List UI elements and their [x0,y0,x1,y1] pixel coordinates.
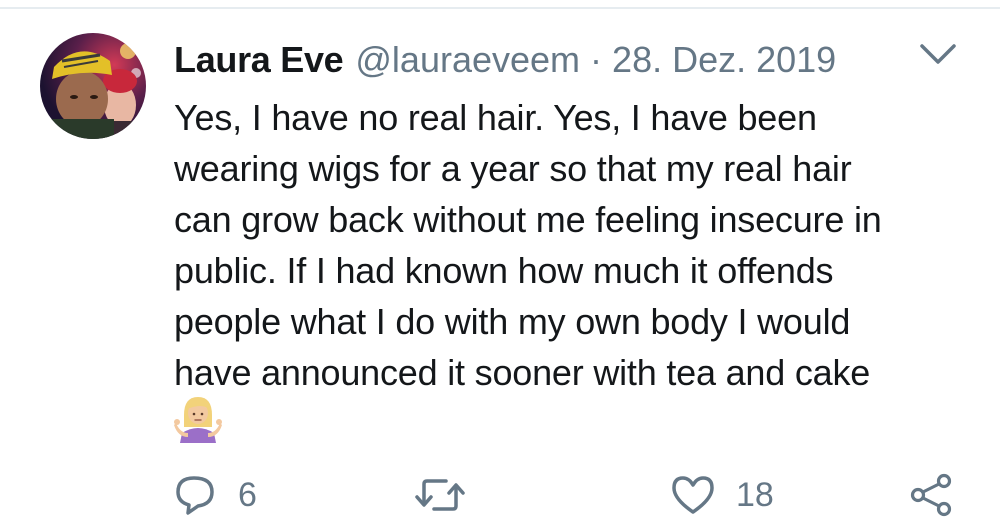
tweet-header: Laura Eve @lauraeveem · 28. Dez. 2019 [174,36,836,84]
avatar[interactable] [40,33,146,139]
retweet-button[interactable] [412,474,488,516]
tweet-line: wearing wigs for a year so that my real … [174,148,852,189]
like-count: 18 [736,476,774,514]
tweet-line: public. If I had known how much it offen… [174,250,834,291]
share-button[interactable] [908,473,956,517]
tweet-line: can grow back without me feeling insecur… [174,199,882,240]
author-handle[interactable]: @lauraeveem [355,36,580,84]
reply-button[interactable]: 6 [174,474,257,516]
chevron-down-icon[interactable] [918,40,958,70]
tweet-line: Yes, I have no real hair. Yes, I have be… [174,97,817,138]
author-name[interactable]: Laura Eve [174,36,344,84]
like-button[interactable]: 18 [670,474,774,516]
separator-dot: · [590,39,603,80]
tweet-line: have announced it sooner with tea and ca… [174,352,871,393]
reply-count: 6 [238,476,257,514]
tweet-date[interactable]: 28. Dez. 2019 [612,36,836,84]
person-shrugging-emoji [174,393,222,443]
tweet-text: Yes, I have no real hair. Yes, I have be… [174,92,974,398]
tweet-card: Laura Eve @lauraeveem · 28. Dez. 2019 Ye… [0,0,1000,520]
share-icon [908,473,956,517]
tweet-line: people what I do with my own body I woul… [174,301,851,342]
retweet-icon [412,474,468,516]
heart-icon [670,474,716,516]
reply-icon [174,474,218,516]
top-divider [0,7,1000,9]
